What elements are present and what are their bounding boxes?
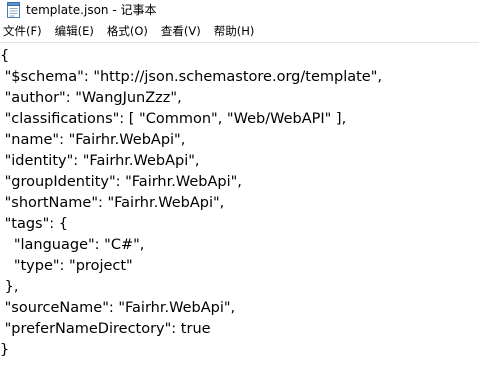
editor-line: "name": "Fairhr.WebApi", [0,132,186,148]
menu-view[interactable]: 查看(V) [155,21,208,41]
title-bar[interactable]: template.json - 记事本 [0,0,479,20]
editor-line: "preferNameDirectory": true [0,321,211,337]
editor-line: { [0,48,10,64]
menu-file[interactable]: 文件(F) [0,21,49,41]
editor-line: "tags": { [0,216,68,232]
editor-line: "shortName": "Fairhr.WebApi", [0,195,225,211]
editor-line: "sourceName": "Fairhr.WebApi", [0,300,236,316]
editor-line: } [0,342,10,358]
menu-help[interactable]: 帮助(H) [208,21,262,41]
editor-line: "type": "project" [0,258,133,274]
editor-line: "identity": "Fairhr.WebApi", [0,153,200,169]
notepad-icon [7,2,20,18]
editor-line: "author": "WangJunZzz", [0,90,182,106]
editor-line: }, [0,279,19,295]
editor-line: "language": "C#", [0,237,145,253]
editor-line: "$schema": "http://json.schemastore.org/… [0,69,382,85]
editor-line: "groupIdentity": "Fairhr.WebApi", [0,174,242,190]
menu-edit[interactable]: 编辑(E) [49,21,101,41]
editor-line: "classifications": [ "Common", "Web/WebA… [0,111,347,127]
window-title: template.json - 记事本 [26,3,157,17]
text-editor[interactable]: { "$schema": "http://json.schemastore.or… [0,42,479,390]
menu-bar: 文件(F) 编辑(E) 格式(O) 查看(V) 帮助(H) [0,21,479,41]
notepad-window: template.json - 记事本 文件(F) 编辑(E) 格式(O) 查看… [0,0,479,390]
menu-format[interactable]: 格式(O) [101,21,155,41]
